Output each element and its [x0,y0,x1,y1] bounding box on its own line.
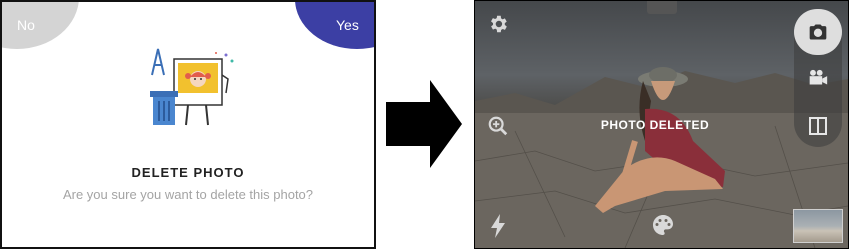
palette-icon[interactable] [651,213,675,237]
dialog-message: Are you sure you want to delete this pho… [62,187,314,202]
video-mode-icon[interactable] [808,68,828,86]
photo-mode-icon [809,24,827,40]
yes-button-label: Yes [336,17,359,33]
battery-status [647,1,677,14]
settings-icon[interactable] [487,13,509,35]
no-button[interactable]: No [2,2,79,49]
delete-photo-dialog: No Yes DELETE PHOTO Are you sure you wan [0,0,376,249]
camera-screen: PHOTO DELETED [474,0,849,249]
zoom-in-icon[interactable] [487,115,509,137]
no-button-label: No [17,17,35,33]
delete-photo-illustration [150,48,234,126]
photo-deleted-toast: PHOTO DELETED [600,118,710,132]
right-arrow-icon [386,80,462,168]
gallery-thumbnail[interactable] [793,209,843,243]
yes-button[interactable]: Yes [295,2,374,49]
photo-mode-button[interactable] [794,9,842,55]
split-view-icon[interactable] [808,116,828,136]
flash-icon[interactable] [489,214,507,238]
dialog-title: DELETE PHOTO [131,165,245,180]
